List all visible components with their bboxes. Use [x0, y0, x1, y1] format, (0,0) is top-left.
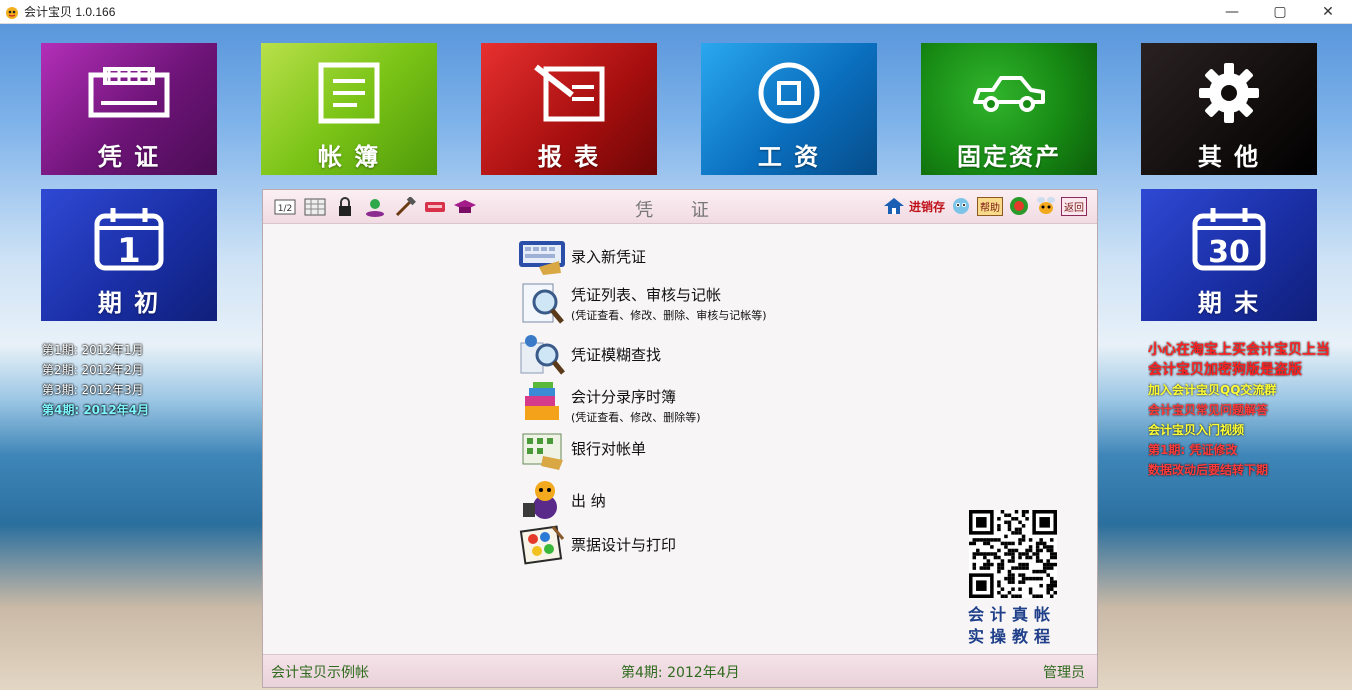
qr-code[interactable]	[969, 510, 1057, 598]
status-period: 第4期: 2012年4月	[621, 665, 740, 681]
qr-caption-line-1: 会计真帐	[967, 605, 1056, 624]
car-icon	[973, 76, 1045, 112]
menu-sub: (凭证查看、修改、删除、审核与记帐等)	[571, 309, 767, 322]
menu-label: 银行对帐单	[571, 440, 647, 458]
calendar-icon: 1	[94, 208, 164, 271]
panel-header: 1/2 凭 证 进销存 帮助 返回	[263, 190, 1097, 224]
status-bar: 会计宝贝示例帐 第4期: 2012年4月 管理员	[263, 654, 1097, 687]
tile-period-start-label: 期 初	[97, 289, 161, 317]
tile-ledger-label: 帐 簿	[317, 143, 381, 171]
voucher-icon	[88, 67, 170, 118]
menu-label: 会计分录序时簿	[571, 388, 677, 406]
tile-period-start[interactable]: 1 期 初	[41, 189, 217, 321]
salary-icon	[758, 62, 820, 124]
notice-video[interactable]: 会计宝贝入门视频	[1148, 420, 1352, 440]
tile-period-end[interactable]: 30 期 末	[1141, 189, 1317, 321]
status-account: 会计宝贝示例帐	[271, 665, 369, 681]
ledger-icon	[318, 62, 380, 124]
menu-bank-statement[interactable]: 银行对帐单	[517, 428, 837, 474]
calendar-day-start: 1	[117, 231, 141, 271]
tile-salary-label: 工 资	[757, 143, 821, 171]
period-item[interactable]: 第3期: 2012年3月	[42, 380, 149, 400]
tile-report[interactable]: 报 表	[481, 43, 657, 175]
status-user: 管理员	[1043, 665, 1085, 681]
menu-bill-design[interactable]: 票据设计与打印	[517, 522, 837, 568]
app-logo-icon	[6, 6, 18, 19]
paint-palette-icon	[519, 525, 565, 565]
tile-fixed-assets[interactable]: 固定资产	[921, 43, 1097, 175]
notice-qq-group[interactable]: 加入会计宝贝QQ交流群	[1148, 380, 1352, 400]
title-bar: 会计宝贝 1.0.166 — ▢ ✕	[0, 0, 1352, 24]
menu-label: 票据设计与打印	[571, 536, 677, 554]
menu-journal[interactable]: 会计分录序时簿 (凭证查看、修改、删除等)	[517, 378, 837, 425]
notice-warning-2[interactable]: 会计宝贝加密狗版是盗版	[1148, 360, 1352, 380]
menu-new-voucher[interactable]: 录入新凭证	[517, 234, 837, 280]
maximize-button[interactable]: ▢	[1256, 0, 1304, 23]
notice-faq[interactable]: 会计宝贝常见问题解答	[1148, 400, 1352, 420]
home-icon[interactable]	[883, 196, 905, 216]
tile-other[interactable]: 其 他	[1141, 43, 1317, 175]
help-button[interactable]: 帮助	[977, 196, 1003, 216]
mascot-icon[interactable]	[949, 196, 973, 216]
bank-statement-icon	[522, 433, 563, 470]
magnifier-document-icon	[522, 283, 564, 324]
qr-caption-line-2: 实操教程	[967, 627, 1056, 646]
menu-label: 出 纳	[571, 492, 606, 510]
menu-sub: (凭证查看、修改、删除等)	[571, 411, 701, 424]
menu-fuzzy-search[interactable]: 凭证模糊查找	[517, 332, 837, 378]
menu-cashier[interactable]: 出 纳	[517, 476, 837, 522]
search-person-icon	[520, 335, 565, 375]
notice-edit-period[interactable]: 第1期: 凭证修改	[1148, 440, 1352, 460]
notice-carry-forward[interactable]: 数据改动后要结转下期	[1148, 460, 1352, 480]
qr-caption: 会计真帐 实操教程	[957, 604, 1067, 648]
exit-button[interactable]: 返回	[1061, 196, 1087, 216]
cashier-mascot-icon	[523, 481, 557, 519]
bee-icon[interactable]	[1035, 196, 1057, 216]
keyboard-icon	[519, 241, 565, 275]
books-icon	[525, 382, 559, 420]
notice-warning-1[interactable]: 小心在淘宝上买会计宝贝上当	[1148, 340, 1352, 360]
menu-voucher-list[interactable]: 凭证列表、审核与记帐 (凭证查看、修改、删除、审核与记帐等)	[517, 280, 837, 326]
tile-other-label: 其 他	[1197, 143, 1261, 171]
push-button-icon[interactable]	[1007, 196, 1031, 216]
tile-voucher[interactable]: 凭 证	[41, 43, 217, 175]
window-title: 会计宝贝 1.0.166	[24, 5, 116, 19]
gear-icon	[1199, 63, 1259, 123]
tile-fixed-assets-label: 固定资产	[957, 143, 1061, 171]
close-button[interactable]: ✕	[1304, 0, 1352, 23]
notice-links: 小心在淘宝上买会计宝贝上当 会计宝贝加密狗版是盗版 加入会计宝贝QQ交流群 会计…	[1148, 340, 1352, 480]
tile-report-label: 报 表	[537, 143, 601, 171]
minimize-button[interactable]: —	[1208, 0, 1256, 23]
inventory-link[interactable]: 进销存	[909, 198, 945, 215]
tile-period-end-label: 期 末	[1197, 289, 1261, 317]
calendar-icon: 30	[1192, 208, 1266, 271]
period-item-active[interactable]: 第4期: 2012年4月	[42, 400, 149, 420]
calendar-day-end: 30	[1208, 235, 1250, 270]
report-icon	[534, 64, 605, 122]
tile-salary[interactable]: 工 资	[701, 43, 877, 175]
tile-ledger[interactable]: 帐 簿	[261, 43, 437, 175]
menu-label: 录入新凭证	[571, 248, 647, 266]
menu-label: 凭证列表、审核与记帐	[571, 286, 722, 304]
period-item[interactable]: 第1期: 2012年1月	[42, 340, 149, 360]
period-item[interactable]: 第2期: 2012年2月	[42, 360, 149, 380]
voucher-panel: 1/2 凭 证 进销存 帮助 返回 录入新凭证 凭证列表、审核与记帐 (凭证查看、…	[262, 189, 1098, 688]
tile-voucher-label: 凭 证	[97, 143, 161, 171]
period-list: 第1期: 2012年1月 第2期: 2012年2月 第3期: 2012年3月 第…	[42, 340, 149, 420]
menu-label: 凭证模糊查找	[571, 346, 662, 364]
